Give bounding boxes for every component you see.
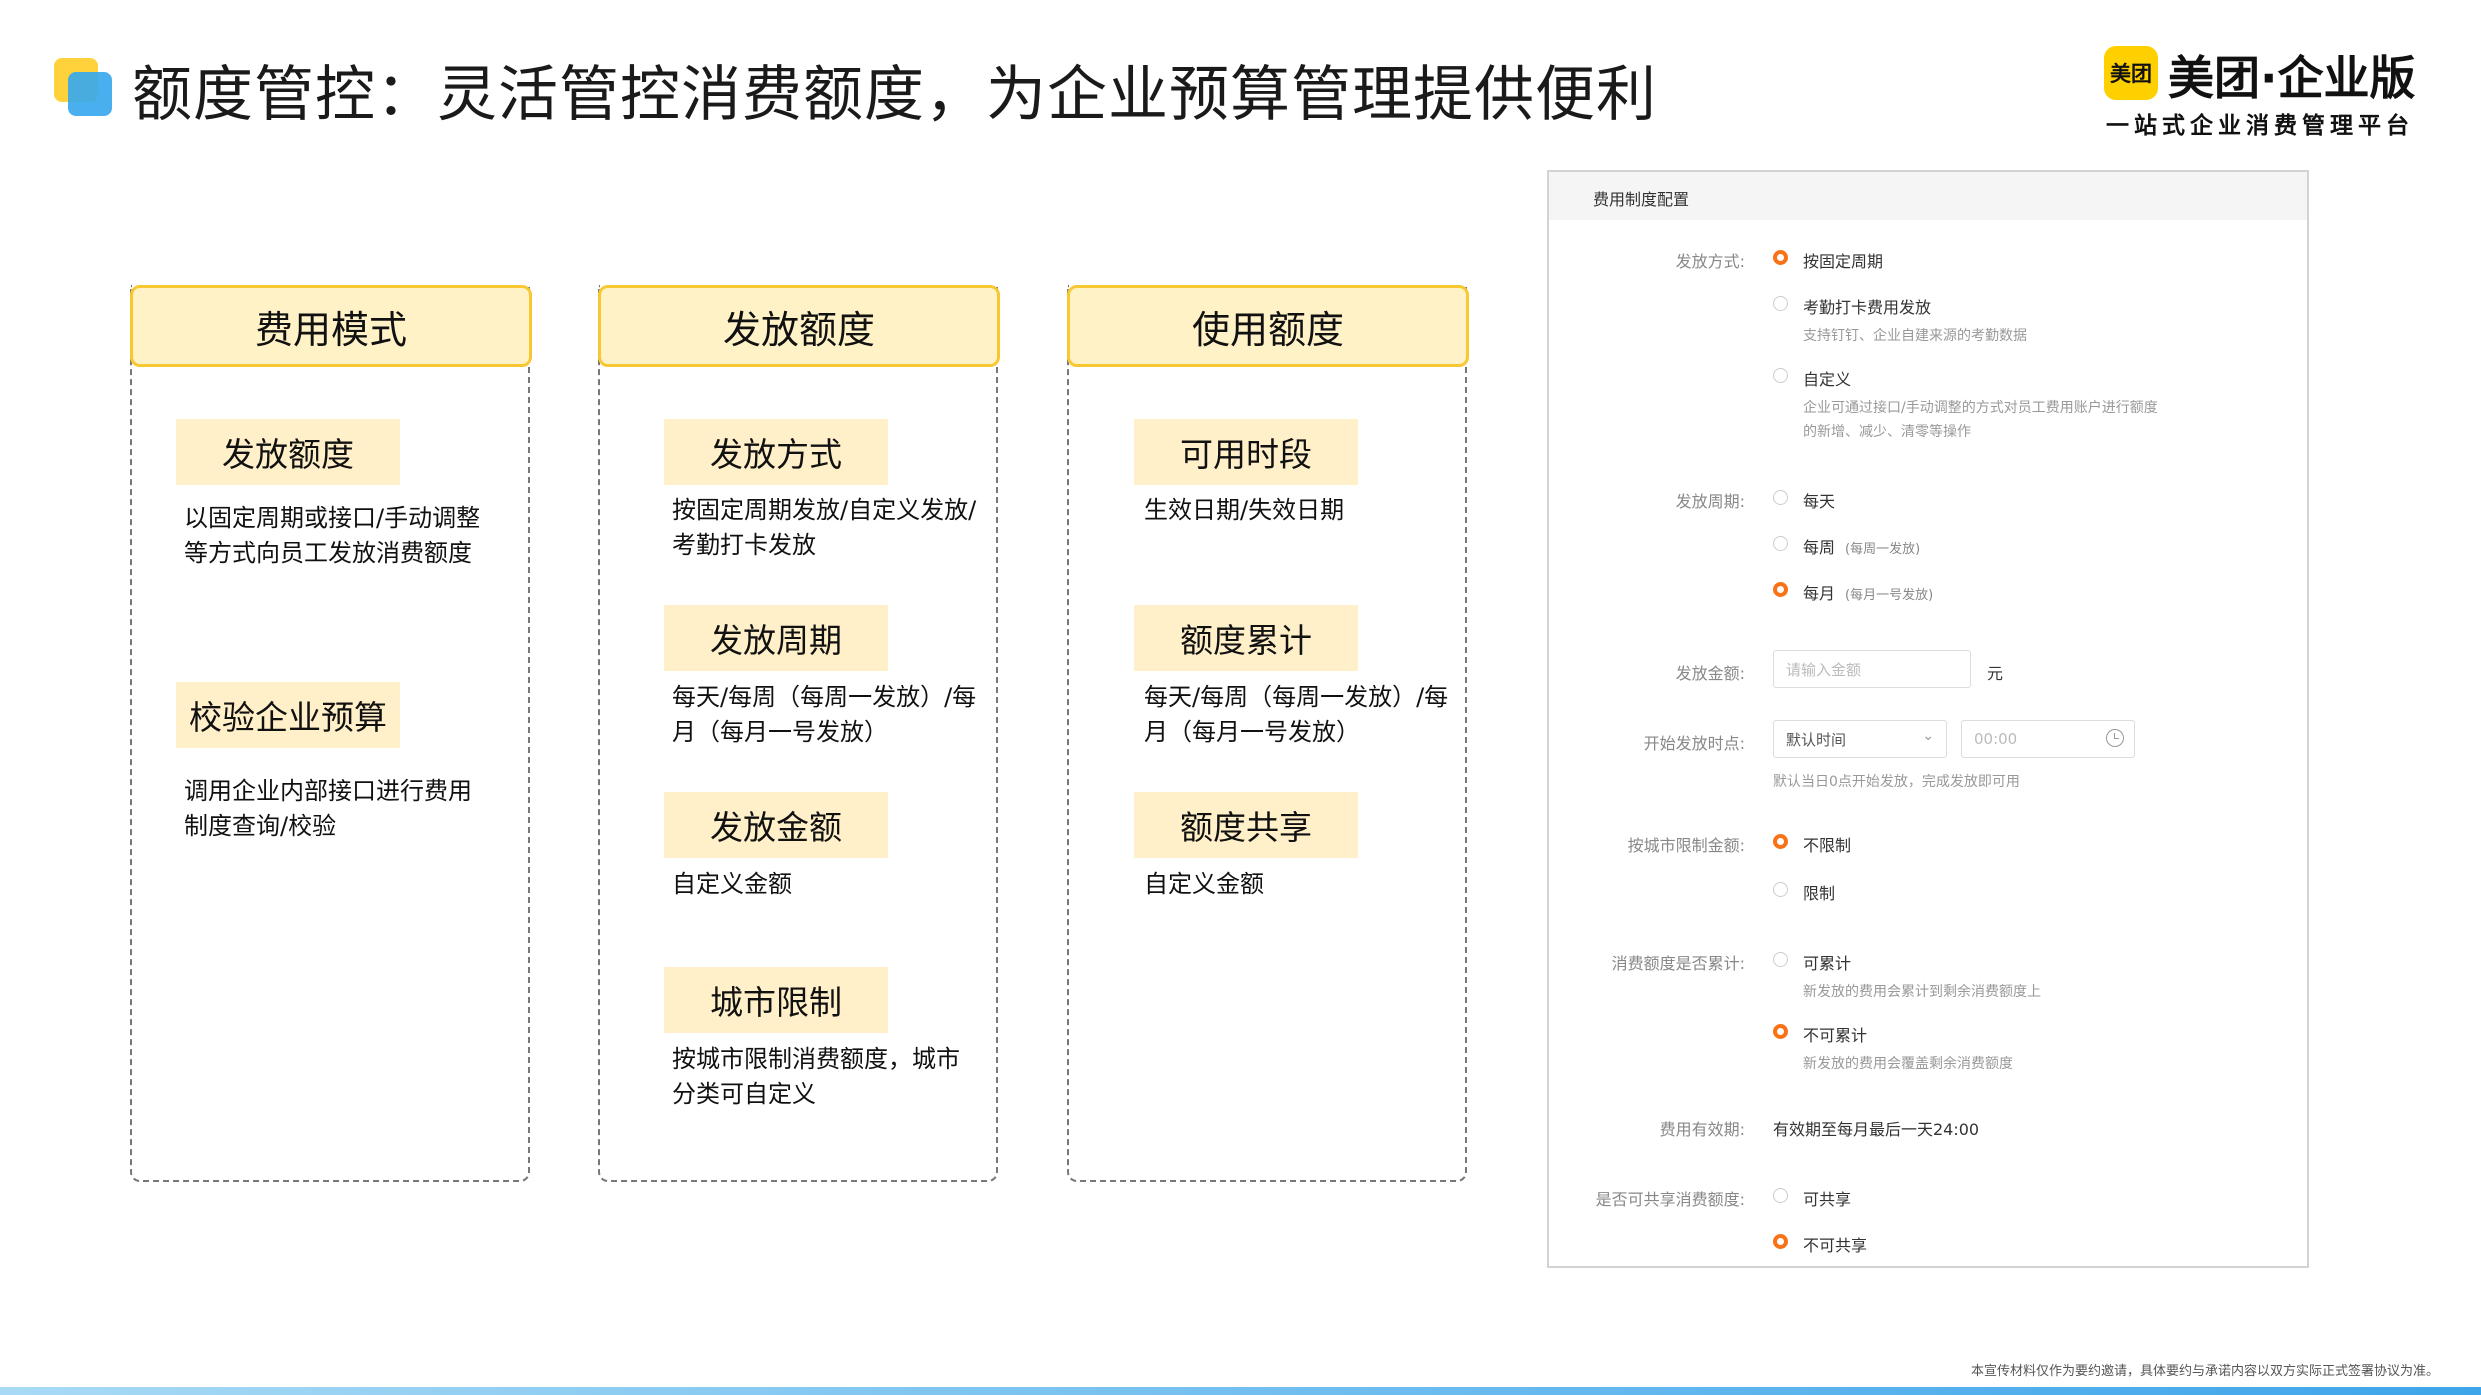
desc-quota-share: 自定义金额 bbox=[1144, 870, 1264, 898]
radio-shareable[interactable] bbox=[1773, 1188, 1788, 1203]
panel-title: 费用制度配置 bbox=[1593, 190, 1690, 209]
tag-quota-share: 额度共享 bbox=[1134, 792, 1358, 858]
option-monthly-note: (每月一号发放) bbox=[1845, 588, 1934, 603]
amount-unit: 元 bbox=[1987, 664, 2004, 683]
radio-attendance[interactable] bbox=[1773, 296, 1788, 311]
tag-issue-amount: 发放金额 bbox=[664, 792, 888, 858]
tag-issue-cycle: 发放周期 bbox=[664, 605, 888, 671]
radio-weekly[interactable] bbox=[1773, 536, 1788, 551]
time-picker[interactable]: 00:00 bbox=[1961, 720, 2135, 758]
tag-issue-method: 发放方式 bbox=[664, 419, 888, 485]
label-issue-cycle: 发放周期: bbox=[1675, 492, 1745, 511]
title-logo-icon bbox=[54, 58, 112, 116]
label-accumulate: 消费额度是否累计: bbox=[1611, 954, 1745, 973]
label-validity: 费用有效期: bbox=[1659, 1120, 1745, 1139]
tag-available-period: 可用时段 bbox=[1134, 419, 1358, 485]
amount-input[interactable]: 请输入金额 bbox=[1773, 650, 1971, 688]
option-weekly[interactable]: 每周 (每周一发放) bbox=[1803, 534, 1920, 558]
column-issue-quota: 发放额度 发放方式 按固定周期发放/自定义发放/考勤打卡发放 发放周期 每天/每… bbox=[598, 285, 1000, 1182]
brand: 美团 美团·企业版 一站式企业消费管理平台 bbox=[2104, 42, 2424, 142]
radio-custom[interactable] bbox=[1773, 368, 1788, 383]
label-share: 是否可共享消费额度: bbox=[1595, 1190, 1745, 1209]
start-time-select[interactable]: 默认时间 ⌄ bbox=[1773, 720, 1947, 758]
column-title: 使用额度 bbox=[1067, 285, 1469, 367]
desc-issue-method: 按固定周期发放/自定义发放/考勤打卡发放 bbox=[672, 496, 977, 559]
option-attendance[interactable]: 考勤打卡费用发放 bbox=[1803, 294, 1931, 318]
hint-accumulate: 新发放的费用会累计到剩余消费额度上 bbox=[1803, 984, 2041, 1000]
column-use-quota: 使用额度 可用时段 生效日期/失效日期 额度累计 每天/每周（每周一发放）/每月… bbox=[1067, 285, 1469, 1182]
hint-attendance: 支持钉钉、企业自建来源的考勤数据 bbox=[1803, 328, 2027, 344]
tag-city-limit: 城市限制 bbox=[664, 967, 888, 1033]
hint-custom-line1: 企业可通过接口/手动调整的方式对员工费用账户进行额度 bbox=[1803, 400, 2158, 416]
radio-daily[interactable] bbox=[1773, 490, 1788, 505]
page-title: 额度管控：灵活管控消费额度，为企业预算管理提供便利 bbox=[132, 60, 1657, 130]
desc-available-period: 生效日期/失效日期 bbox=[1144, 496, 1345, 524]
option-monthly[interactable]: 每月 (每月一号发放) bbox=[1803, 580, 1933, 604]
config-panel: 费用制度配置 发放方式: 按固定周期 考勤打卡费用发放 支持钉钉、企业自建来源的… bbox=[1547, 170, 2309, 1268]
radio-fixed-cycle[interactable] bbox=[1773, 250, 1788, 265]
hint-start-time: 默认当日0点开始发放，完成发放即可用 bbox=[1773, 774, 2020, 790]
tag-quota-accumulate: 额度累计 bbox=[1134, 605, 1358, 671]
label-issue-method: 发放方式: bbox=[1675, 252, 1745, 271]
desc-quota-accumulate: 每天/每周（每周一发放）/每月（每月一号发放） bbox=[1144, 683, 1449, 746]
panel-header: 费用制度配置 bbox=[1549, 172, 2307, 220]
desc-verify-budget: 调用企业内部接口进行费用制度查询/校验 bbox=[184, 777, 472, 840]
label-city-limit: 按城市限制金额: bbox=[1627, 836, 1745, 855]
label-issue-amount: 发放金额: bbox=[1675, 664, 1745, 683]
option-fixed-cycle[interactable]: 按固定周期 bbox=[1803, 248, 1883, 272]
radio-accumulate[interactable] bbox=[1773, 952, 1788, 967]
hint-custom-line2: 的新增、减少、清零等操作 bbox=[1803, 424, 1971, 440]
option-weekly-note: (每周一发放) bbox=[1845, 542, 1921, 557]
column-expense-mode: 费用模式 发放额度 以固定周期或接口/手动调整等方式向员工发放消费额度 校验企业… bbox=[130, 285, 532, 1182]
radio-not-shareable[interactable] bbox=[1773, 1234, 1788, 1249]
radio-monthly[interactable] bbox=[1773, 582, 1788, 597]
desc-city-limit: 按城市限制消费额度，城市分类可自定义 bbox=[672, 1045, 960, 1108]
option-daily[interactable]: 每天 bbox=[1803, 488, 1835, 512]
desc-issue-quota: 以固定周期或接口/手动调整等方式向员工发放消费额度 bbox=[184, 504, 481, 567]
brand-logo-icon: 美团 bbox=[2104, 46, 2158, 100]
desc-issue-amount: 自定义金额 bbox=[672, 870, 792, 898]
option-custom[interactable]: 自定义 bbox=[1803, 366, 1851, 390]
column-title: 发放额度 bbox=[598, 285, 1000, 367]
option-shareable[interactable]: 可共享 bbox=[1803, 1186, 1851, 1210]
radio-no-accumulate[interactable] bbox=[1773, 1024, 1788, 1039]
tag-issue-quota: 发放额度 bbox=[176, 419, 400, 485]
option-no-limit[interactable]: 不限制 bbox=[1803, 832, 1851, 856]
hint-no-accumulate: 新发放的费用会覆盖剩余消费额度 bbox=[1803, 1056, 2013, 1072]
column-title: 费用模式 bbox=[130, 285, 532, 367]
radio-limit[interactable] bbox=[1773, 882, 1788, 897]
label-start-time: 开始发放时点: bbox=[1643, 734, 1745, 753]
brand-tagline: 一站式企业消费管理平台 bbox=[2106, 113, 2414, 139]
brand-name: 美团·企业版 bbox=[2168, 51, 2416, 105]
option-no-accumulate[interactable]: 不可累计 bbox=[1803, 1022, 1867, 1046]
desc-issue-cycle: 每天/每周（每周一发放）/每月（每月一号发放） bbox=[672, 683, 977, 746]
option-limit[interactable]: 限制 bbox=[1803, 880, 1835, 904]
radio-no-limit[interactable] bbox=[1773, 834, 1788, 849]
disclaimer: 本宣传材料仅作为要约邀请，具体要约与承诺内容以双方实际正式签署协议为准。 bbox=[1970, 1364, 2439, 1379]
bottom-bar bbox=[0, 1387, 2481, 1395]
chevron-down-icon: ⌄ bbox=[1922, 728, 1934, 744]
clock-icon bbox=[2106, 729, 2124, 747]
option-accumulate[interactable]: 可累计 bbox=[1803, 950, 1851, 974]
validity-value: 有效期至每月最后一天24:00 bbox=[1773, 1120, 1980, 1139]
tag-verify-budget: 校验企业预算 bbox=[176, 682, 400, 748]
option-not-shareable[interactable]: 不可共享 bbox=[1803, 1232, 1867, 1256]
